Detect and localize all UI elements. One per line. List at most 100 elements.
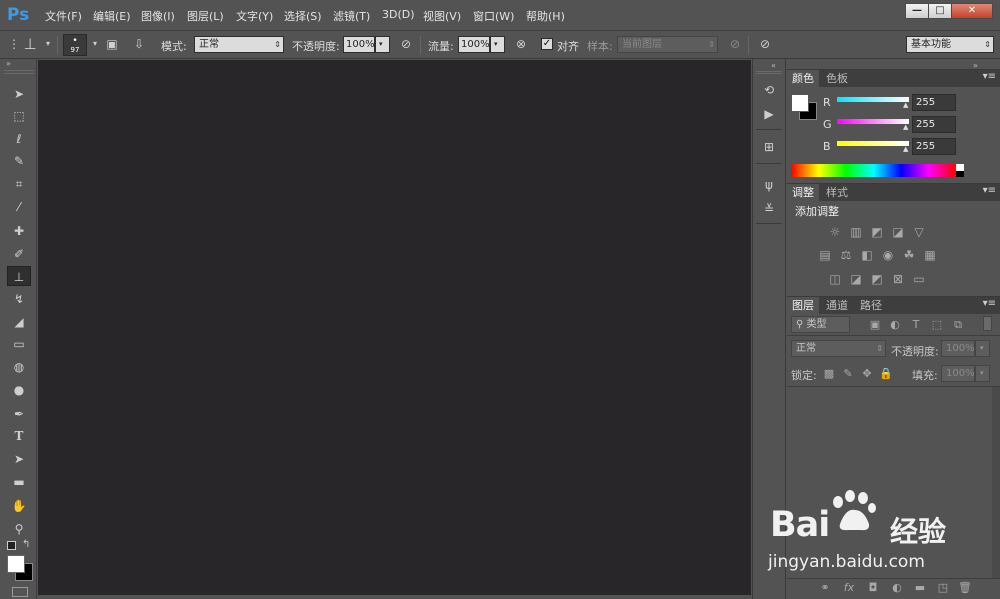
- minimize-button[interactable]: —: [905, 3, 929, 19]
- crop-tool-icon[interactable]: ⌗: [7, 174, 31, 194]
- ignore-adjustment-layers-icon[interactable]: ⊘: [727, 36, 743, 52]
- invert-icon[interactable]: ◫: [827, 272, 843, 286]
- delete-layer-icon[interactable]: 🗑: [958, 581, 972, 595]
- eraser-tool-icon[interactable]: ◢: [7, 312, 31, 332]
- channel-r-thumb-icon[interactable]: ▲: [903, 101, 908, 109]
- brush-presets-panel-icon[interactable]: ψ: [758, 175, 780, 195]
- properties-panel-icon[interactable]: ⊞: [758, 137, 780, 157]
- close-button[interactable]: ✕: [951, 3, 993, 19]
- tab-layers[interactable]: 图层: [787, 297, 819, 314]
- menu-3d[interactable]: 3D(D): [382, 8, 415, 21]
- hand-tool-icon[interactable]: ✋: [7, 496, 31, 516]
- pressure-size-icon[interactable]: ⊘: [757, 36, 773, 52]
- brush-size-picker[interactable]: • 97: [63, 34, 87, 56]
- channel-g-thumb-icon[interactable]: ▲: [903, 123, 908, 131]
- spectrum-white-swatch[interactable]: [956, 164, 964, 171]
- align-checkbox[interactable]: ✓: [541, 38, 553, 50]
- menu-view[interactable]: 视图(V): [423, 8, 461, 24]
- fill-input[interactable]: 100%: [941, 365, 975, 382]
- menu-help[interactable]: 帮助(H): [526, 8, 565, 24]
- menu-select[interactable]: 选择(S): [284, 8, 322, 24]
- tools-grip[interactable]: [4, 70, 34, 74]
- channel-g-slider[interactable]: [837, 119, 909, 124]
- lock-all-icon[interactable]: 🔒: [879, 367, 893, 381]
- channel-b-thumb-icon[interactable]: ▲: [903, 145, 908, 153]
- menu-window[interactable]: 窗口(W): [473, 8, 514, 24]
- mode-dropdown[interactable]: 正常 ⇕: [194, 36, 284, 53]
- move-tool-icon[interactable]: ➤: [7, 84, 31, 104]
- collapse-tools-icon[interactable]: »: [6, 59, 11, 68]
- document-canvas-area[interactable]: [38, 60, 751, 595]
- new-layer-icon[interactable]: ◳: [936, 581, 950, 595]
- menu-file[interactable]: 文件(F): [45, 8, 82, 24]
- menu-layer[interactable]: 图层(L): [187, 8, 224, 24]
- gradient-tool-icon[interactable]: ▭: [7, 334, 31, 354]
- preset-dropdown-arrow-icon[interactable]: ▾: [40, 36, 56, 52]
- blend-mode-dropdown[interactable]: 正常 ⇕: [791, 340, 886, 357]
- dock-grip[interactable]: [756, 71, 782, 74]
- channel-r-input[interactable]: 255: [912, 94, 956, 111]
- color-panel-fg-swatch[interactable]: [791, 94, 809, 112]
- filter-type-icon[interactable]: T: [909, 318, 923, 332]
- lock-transparent-icon[interactable]: ▩: [822, 367, 836, 381]
- workspace-dropdown[interactable]: 基本功能 ⇕: [906, 36, 994, 53]
- tab-paths[interactable]: 路径: [855, 297, 887, 314]
- tab-swatches[interactable]: 色板: [821, 70, 853, 87]
- blur-tool-icon[interactable]: ◍: [7, 357, 31, 377]
- panel-menu-icon[interactable]: ▾≡: [983, 298, 996, 309]
- filter-pixel-icon[interactable]: ▣: [868, 318, 882, 332]
- swap-colors-icon[interactable]: ↰: [22, 539, 30, 550]
- toggle-brush-panel-icon[interactable]: ▣: [104, 36, 120, 52]
- brush-dropdown-arrow-icon[interactable]: ▾: [87, 36, 103, 52]
- toggle-clone-source-icon[interactable]: ⇩: [131, 36, 147, 52]
- quick-mask-icon[interactable]: [12, 587, 28, 597]
- panel-menu-icon[interactable]: ▾≡: [983, 71, 996, 82]
- maximize-button[interactable]: □: [928, 3, 952, 19]
- menu-filter[interactable]: 滤镜(T): [333, 8, 370, 24]
- black-white-icon[interactable]: ◧: [859, 248, 875, 262]
- levels-icon[interactable]: ▥: [848, 225, 864, 239]
- quick-selection-tool-icon[interactable]: ✎: [7, 151, 31, 171]
- fill-dropdown-icon[interactable]: ▾: [975, 365, 990, 382]
- rectangle-tool-icon[interactable]: ▬: [7, 472, 31, 492]
- layer-opacity-input[interactable]: 100%: [941, 340, 975, 357]
- color-spectrum-ramp[interactable]: [791, 164, 956, 177]
- photo-filter-icon[interactable]: ◉: [880, 248, 896, 262]
- link-layers-icon[interactable]: ⚭: [818, 581, 832, 595]
- new-adjustment-layer-icon[interactable]: ◐: [890, 581, 904, 595]
- selective-color-icon[interactable]: ⊠: [890, 272, 906, 286]
- layer-filter-dropdown[interactable]: ⚲ 类型: [791, 316, 850, 333]
- type-tool-icon[interactable]: T: [7, 426, 31, 446]
- clone-stamp-tool-icon[interactable]: ⊥: [7, 266, 31, 286]
- lock-position-icon[interactable]: ✥: [860, 367, 874, 381]
- channel-b-input[interactable]: 255: [912, 138, 956, 155]
- opacity-dropdown-icon[interactable]: ▾: [375, 36, 390, 53]
- channel-b-slider[interactable]: [837, 141, 909, 146]
- pen-tool-icon[interactable]: ✒: [7, 404, 31, 424]
- gradient-map-icon[interactable]: ▭: [911, 272, 927, 286]
- color-balance-icon[interactable]: ⚖: [838, 248, 854, 262]
- history-panel-icon[interactable]: ⟲: [758, 80, 780, 100]
- channel-r-slider[interactable]: [837, 97, 909, 102]
- lasso-tool-icon[interactable]: ℓ: [7, 129, 31, 149]
- clone-stamp-preset-icon[interactable]: ⊥: [22, 36, 38, 52]
- collapse-dock-icon[interactable]: «: [771, 61, 776, 70]
- layer-opacity-dropdown-icon[interactable]: ▾: [975, 340, 990, 357]
- default-colors-icon[interactable]: [7, 541, 16, 550]
- layers-scrollbar[interactable]: [992, 387, 1000, 578]
- zoom-tool-icon[interactable]: ⚲: [7, 519, 31, 539]
- marquee-tool-icon[interactable]: ⬚: [7, 106, 31, 126]
- menu-type[interactable]: 文字(Y): [236, 8, 273, 24]
- new-group-icon[interactable]: ▬: [913, 581, 927, 595]
- opacity-input[interactable]: 100%: [343, 36, 375, 53]
- flow-dropdown-icon[interactable]: ▾: [490, 36, 505, 53]
- color-lookup-icon[interactable]: ▦: [922, 248, 938, 262]
- hue-saturation-icon[interactable]: ▤: [817, 248, 833, 262]
- tab-channels[interactable]: 通道: [821, 297, 853, 314]
- threshold-icon[interactable]: ◩: [869, 272, 885, 286]
- eyedropper-tool-icon[interactable]: ⁄: [7, 197, 31, 217]
- brush-tool-icon[interactable]: ✐: [7, 244, 31, 264]
- pressure-opacity-icon[interactable]: ⊘: [398, 36, 414, 52]
- add-mask-icon[interactable]: ◘: [866, 581, 880, 595]
- brightness-contrast-icon[interactable]: ☼: [827, 225, 843, 239]
